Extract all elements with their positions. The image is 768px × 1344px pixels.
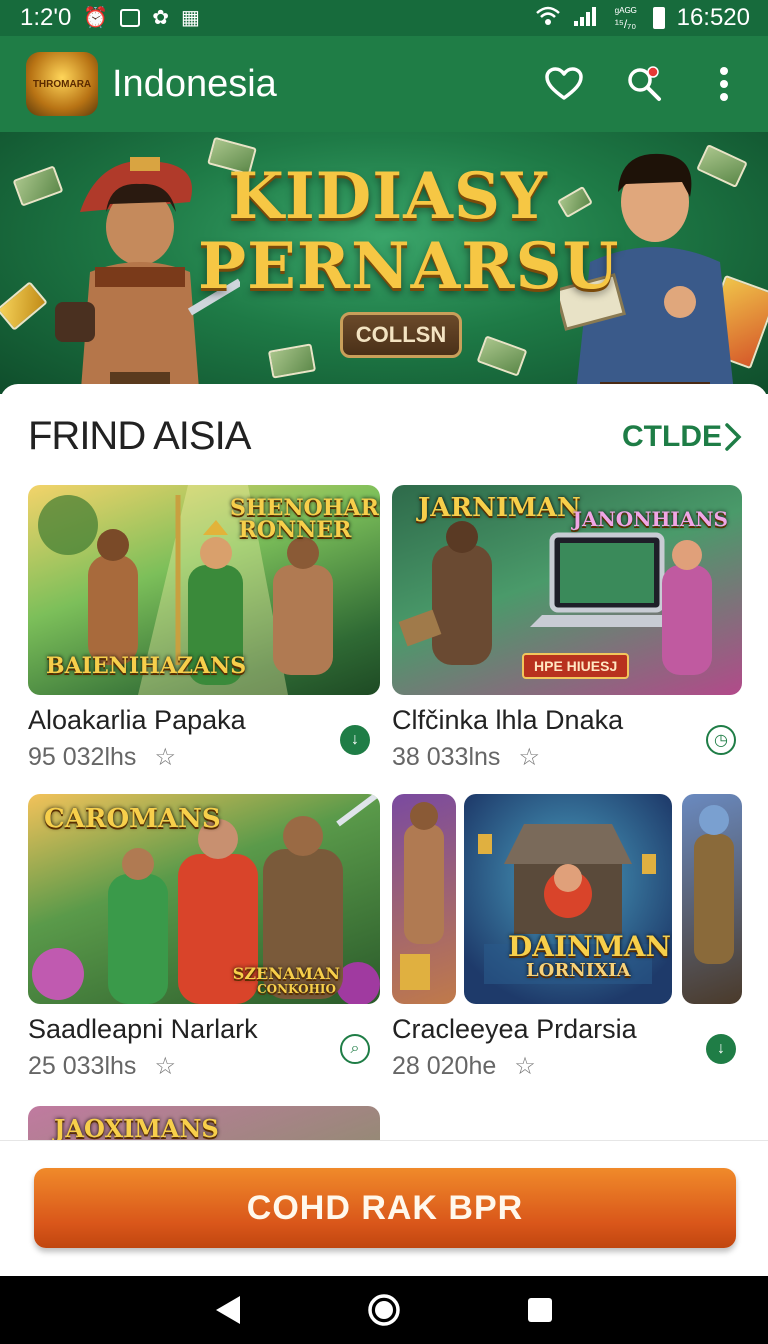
search-button[interactable] (624, 64, 664, 104)
game-thumbnail[interactable]: JAOXIMANS (28, 1106, 380, 1140)
game-name: Saadleapni Narlark (28, 1014, 258, 1044)
star-icon[interactable]: ☆ (154, 1052, 176, 1081)
hero-badge: COLLSN (340, 312, 462, 358)
game-card[interactable]: DAINMAN LORNIXIA Cracleeyea Prdarsia 28 … (392, 794, 746, 1094)
game-thumbnail[interactable]: SHENOHARS RONNER BAIENIHAZANS (28, 485, 380, 695)
keyboard-icon: ▦ (180, 7, 200, 29)
game-card[interactable]: JAOXIMANS (28, 1106, 382, 1140)
app-actions (544, 64, 744, 104)
game-art-title: SHENOHARS RONNER (230, 495, 380, 543)
content-sheet: FRIND AISIA CTLDE SHENOHARS RONNER BAIEN… (0, 384, 768, 1144)
network-label: ᵍᴬᴳᴳ ¹⁵/₇₀ (614, 5, 637, 31)
status-left: 1:2'0 ⏰ ✿ ▦ (20, 4, 200, 32)
section-header: FRIND AISIA CTLDE (28, 414, 742, 459)
status-time-left: 1:2'0 (20, 4, 72, 31)
game-art-title: DAINMAN (508, 930, 672, 963)
game-card[interactable]: SHENOHARS RONNER BAIENIHAZANS Aloakarlia… (28, 485, 382, 785)
star-icon[interactable]: ☆ (154, 743, 176, 772)
game-downloads: 28 020he (392, 1052, 497, 1080)
game-artwork (694, 805, 734, 964)
status-right: ᵍᴬᴳᴳ ¹⁵/₇₀ 16:520 (535, 4, 750, 32)
back-icon (216, 1296, 240, 1324)
game-art-title: JAOXIMANS (54, 1114, 219, 1140)
download-filled-icon[interactable]: ↓ (340, 725, 370, 755)
app-logo[interactable]: THROMARA (26, 52, 98, 116)
heart-icon (545, 67, 583, 100)
hero-title-line2: PERNARSU (198, 229, 620, 304)
game-name: Cracleeyea Prdarsia (392, 1014, 637, 1044)
notification-icon (120, 9, 141, 27)
carousel-next-thumbnail[interactable] (682, 794, 742, 1004)
more-options-button[interactable] (704, 64, 744, 104)
game-art-title: JARNIMAN (418, 493, 581, 523)
game-downloads: 95 032lhs (28, 743, 137, 771)
game-meta: 25 033lhs ☆ (28, 1052, 176, 1081)
game-art-tag: HPE HIUESJ (522, 653, 630, 679)
clock-outline-icon[interactable]: ◷ (706, 725, 736, 755)
game-name: Aloakarlia Papaka (28, 705, 246, 735)
game-art-tag: CONKOHIO (257, 982, 336, 996)
game-thumbnail[interactable]: DAINMAN LORNIXIA (464, 794, 672, 1004)
app-bar: THROMARA Indonesia (0, 36, 768, 132)
section-title: FRIND AISIA (28, 414, 251, 458)
game-downloads: 38 033lns (392, 743, 501, 771)
download-filled-icon[interactable]: ↓ (706, 1034, 736, 1064)
app-logo-text: THROMARA (32, 78, 92, 90)
system-nav-bar (0, 1276, 768, 1344)
game-art-subtitle: BAIENIHAZANS (46, 653, 247, 679)
home-icon (368, 1294, 400, 1326)
recents-button[interactable] (520, 1290, 560, 1330)
chevron-right-icon (725, 422, 742, 451)
game-artwork (400, 802, 444, 990)
game-thumbnail[interactable]: JARNIMAN JANONHIANS HPE HIUESJ (392, 485, 742, 695)
favorite-button[interactable] (544, 64, 584, 104)
money-card-decoration (267, 343, 317, 379)
game-art-subtitle: SZENAMAN (232, 964, 340, 983)
hero-banner[interactable]: KIDIASY PERNARSU COLLSN (0, 132, 768, 394)
back-button[interactable] (208, 1290, 248, 1330)
game-art-subtitle: LORNIXIA (526, 960, 631, 981)
game-art-title: CAROMANS (44, 804, 221, 834)
game-card[interactable]: CAROMANS SZENAMAN CONKOHIO Saadleapni Na… (28, 794, 382, 1094)
game-meta: 28 020he ☆ (392, 1052, 536, 1081)
game-downloads: 25 033lhs (28, 1052, 137, 1080)
hero-title: KIDIASY PERNARSU (198, 159, 620, 304)
money-card-decoration (476, 335, 528, 377)
search-icon (628, 66, 661, 101)
game-card[interactable]: JARNIMAN JANONHIANS HPE HIUESJ Clfčinka … (392, 485, 746, 785)
wifi-icon (535, 5, 561, 31)
game-name: Clfčinka lhla Dnaka (392, 705, 624, 735)
battery-icon (652, 7, 665, 29)
primary-cta-button[interactable]: COHD RAK BPR (34, 1168, 736, 1248)
gallery-icon: ✿ (152, 7, 169, 29)
status-time-right: 16:520 (676, 4, 750, 31)
section-see-all-link[interactable]: CTLDE (622, 420, 742, 454)
bottom-divider (0, 1140, 768, 1141)
app-title: Indonesia (112, 62, 277, 105)
game-art-subtitle: JANONHIANS (572, 507, 728, 531)
hero-title-line1: KIDIASY (228, 159, 548, 234)
status-bar: 1:2'0 ⏰ ✿ ▦ ᵍᴬᴳᴳ ¹⁵/₇₀ 16:520 (0, 0, 768, 36)
carousel-prev-thumbnail[interactable] (392, 794, 456, 1004)
recents-icon (528, 1298, 552, 1322)
more-icon (720, 67, 728, 101)
game-meta: 38 033lns ☆ (392, 743, 540, 772)
game-meta: 95 032lhs ☆ (28, 743, 176, 772)
signal-icon (573, 5, 599, 31)
game-thumbnail[interactable]: CAROMANS SZENAMAN CONKOHIO (28, 794, 380, 1004)
home-button[interactable] (364, 1290, 404, 1330)
section-link-label: CTLDE (622, 419, 722, 453)
star-icon[interactable]: ☆ (518, 743, 540, 772)
search-outline-icon[interactable]: ⌕ (340, 1034, 370, 1064)
alarm-icon: ⏰ (83, 7, 109, 29)
star-icon[interactable]: ☆ (514, 1052, 536, 1081)
